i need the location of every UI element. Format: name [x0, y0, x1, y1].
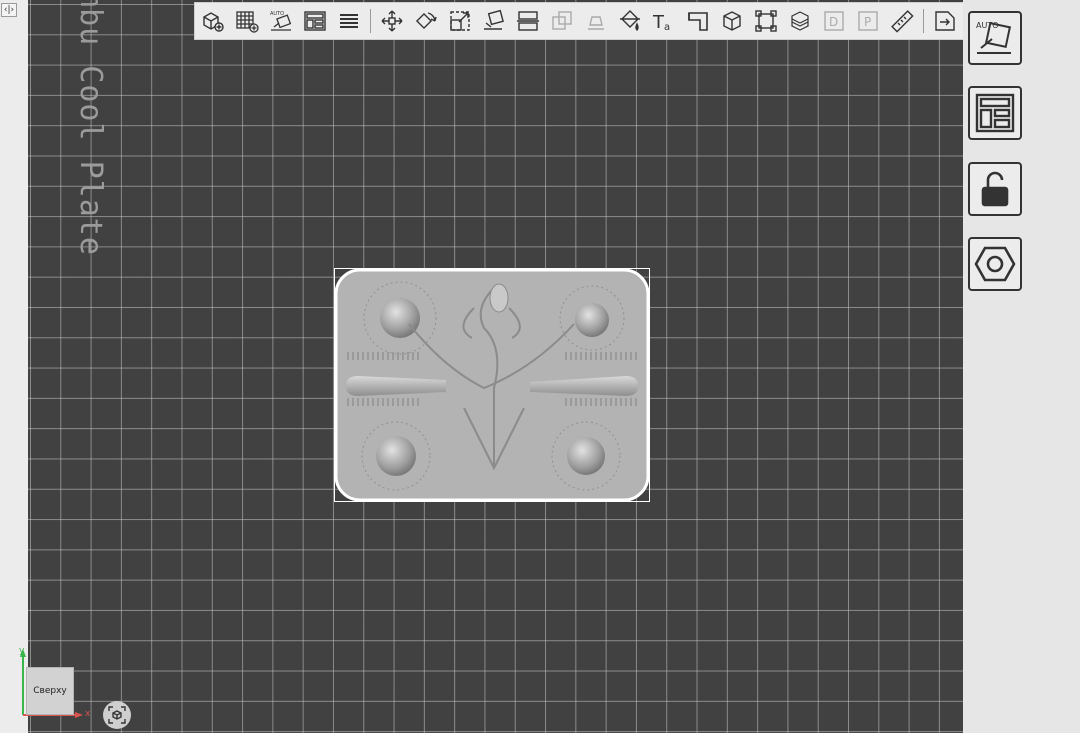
lock-button[interactable]	[968, 162, 1022, 216]
unlock-icon	[981, 171, 1009, 207]
auto-label: AUTO	[976, 21, 999, 30]
assembly-p-button[interactable]: P	[853, 5, 882, 37]
seam-button[interactable]	[683, 5, 712, 37]
axis-y-label: y	[19, 646, 25, 656]
add-plate-button[interactable]	[232, 5, 261, 37]
move-icon	[381, 10, 402, 32]
arrange-icon	[303, 11, 326, 31]
left-strip: ‹|›	[0, 0, 28, 733]
fit-view-button[interactable]	[103, 701, 131, 729]
rotate-button[interactable]	[411, 5, 440, 37]
toolbar-separator	[923, 9, 924, 33]
right-panel: AUTO	[963, 0, 1080, 733]
lay-on-face-button[interactable]	[479, 5, 508, 37]
seam-icon	[687, 12, 708, 31]
svg-text:a: a	[664, 22, 670, 33]
top-toolbar: AUTO T a D P	[194, 2, 974, 40]
text-icon: T a	[652, 12, 670, 33]
ruler-icon	[890, 10, 914, 33]
auto-orient-button[interactable]: AUTO	[266, 5, 295, 37]
arrange-button[interactable]	[300, 5, 329, 37]
hex-nut-icon	[974, 246, 1016, 282]
color-paint-button[interactable]	[615, 5, 644, 37]
variable-layer-icon	[790, 11, 809, 31]
box-icon	[722, 11, 741, 31]
cube-plus-icon	[202, 12, 224, 32]
add-object-button[interactable]	[198, 5, 227, 37]
auto-orient-icon: AUTO	[270, 11, 291, 31]
boolean-icon	[551, 11, 572, 30]
svg-text:AUTO: AUTO	[270, 11, 284, 17]
auto-orient-side-button[interactable]: AUTO	[968, 11, 1022, 65]
lay-on-face-icon	[483, 9, 504, 30]
cut-icon	[516, 11, 539, 31]
boolean-button[interactable]	[547, 5, 576, 37]
move-button[interactable]	[377, 5, 406, 37]
layers-icon	[339, 14, 358, 28]
toolbar-separator	[370, 9, 371, 33]
measure-box-button[interactable]	[717, 5, 746, 37]
rotate-icon	[415, 12, 437, 30]
color-paint-icon	[619, 10, 640, 31]
settings-button[interactable]	[968, 237, 1022, 291]
view-cube-label: Сверху	[33, 686, 67, 696]
svg-text:D: D	[829, 15, 838, 29]
support-paint-icon	[587, 16, 604, 30]
view-switch-button[interactable]	[930, 5, 959, 37]
assembly-d-button[interactable]: D	[819, 5, 848, 37]
text-button[interactable]: T a	[649, 5, 678, 37]
arrange-icon	[975, 93, 1015, 133]
arrange-side-button[interactable]	[968, 86, 1022, 140]
view-cube[interactable]: Сверху	[26, 667, 74, 715]
svg-text:P: P	[864, 15, 871, 29]
assembly-p-icon: P	[857, 11, 878, 31]
view-switch-icon	[934, 11, 955, 31]
collapse-toggle-button[interactable]: ‹|›	[1, 3, 17, 17]
axis-x-label: x	[85, 709, 91, 719]
model-object[interactable]	[334, 268, 650, 502]
assembly-icon: D	[823, 11, 844, 31]
measure-button[interactable]	[887, 5, 916, 37]
variable-layer-button[interactable]	[785, 5, 814, 37]
fit-button[interactable]	[751, 5, 780, 37]
support-paint-button[interactable]	[581, 5, 610, 37]
grid-plus-icon	[235, 11, 259, 33]
fit-icon	[754, 10, 777, 32]
3d-viewport[interactable]: ambu Cool Plate	[28, 0, 963, 733]
focus-icon	[108, 706, 126, 724]
plate-name-label: ambu Cool Plate	[73, 0, 108, 256]
scale-icon	[449, 11, 470, 31]
scale-button[interactable]	[445, 5, 474, 37]
auto-orient-icon: AUTO	[976, 21, 1012, 54]
split-layers-button[interactable]	[334, 5, 363, 37]
cut-button[interactable]	[513, 5, 542, 37]
